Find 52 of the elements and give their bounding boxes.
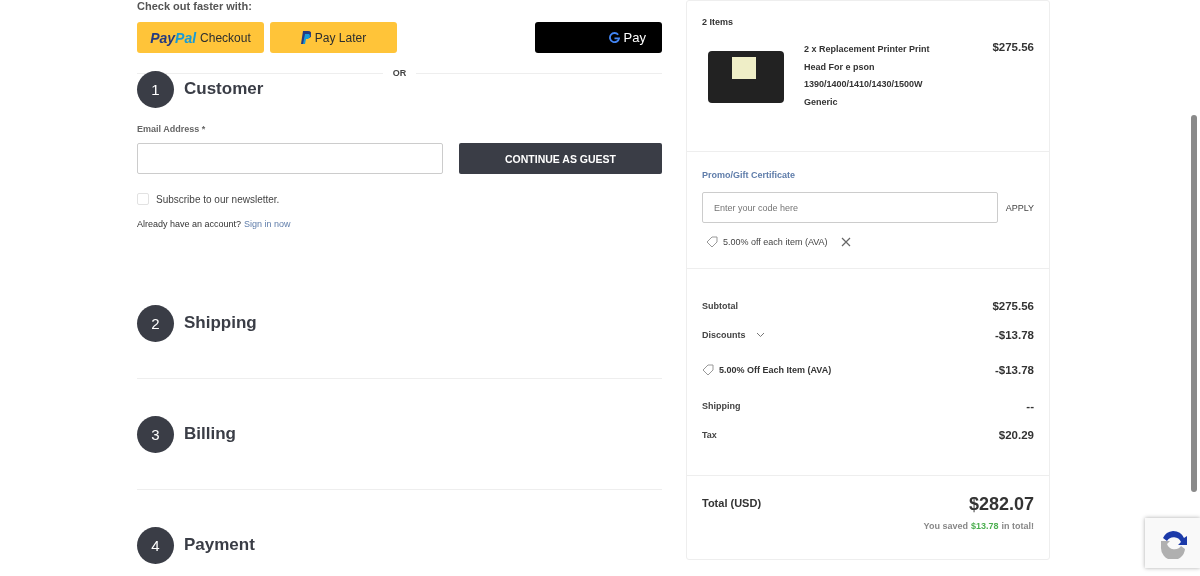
total-label: Discounts (702, 329, 746, 340)
items-count: 2 Items (702, 16, 735, 27)
recaptcha-badge[interactable] (1145, 518, 1200, 568)
tag-icon (706, 236, 718, 248)
grand-total-value: $282.07 (968, 494, 1034, 515)
pay-later-button[interactable]: Pay Later (270, 22, 397, 53)
discount-value: -$13.78 (995, 364, 1034, 376)
total-value: $275.56 (992, 299, 1034, 312)
step-title: Shipping (184, 313, 257, 333)
newsletter-label: Subscribe to our newsletter. (156, 193, 280, 205)
step-title: Customer (184, 79, 264, 99)
step-title: Billing (184, 424, 236, 444)
express-checkout-heading: Check out faster with: (137, 0, 253, 12)
discount-label: 5.00% Off Each Item (AVA) (719, 365, 832, 375)
step-title: Payment (184, 535, 255, 555)
discounts-toggle[interactable] (755, 331, 765, 338)
promo-code-field[interactable]: Enter your code here (702, 192, 998, 223)
tag-icon (702, 364, 714, 376)
total-value: $20.29 (998, 428, 1034, 441)
savings-text: in total! (1001, 521, 1034, 531)
product-name: 2 x Replacement Printer Print Head For e pson 1390/1400/1410/1430/1500W Generic (804, 43, 931, 109)
total-label: Shipping (702, 400, 741, 411)
google-pay-button[interactable]: Pay (535, 22, 662, 53)
grand-total-label: Total (USD) (702, 497, 762, 511)
account-prompt: Already have an account? (137, 219, 242, 229)
total-value: -- (1026, 399, 1034, 412)
continue-as-guest-button[interactable]: CONTINUE AS GUEST (459, 143, 662, 174)
step-number-badge: 2 (137, 304, 174, 342)
savings-text: You saved (923, 521, 968, 531)
step-number-badge: 4 (137, 526, 174, 564)
paypal-p-icon (300, 31, 311, 44)
sign-in-link[interactable]: Sign in now (244, 219, 291, 229)
apply-button[interactable]: APPLY (1005, 202, 1034, 213)
savings-amount: $13.78 (970, 521, 999, 531)
step-number-badge: 1 (137, 70, 174, 108)
chevron-down-icon (755, 331, 765, 338)
applied-coupon: 5.00% off each item (AVA) (723, 237, 828, 247)
promo-code-link[interactable]: Promo/Gift Certificate (702, 170, 795, 180)
total-label: Tax (702, 429, 717, 440)
product-price: $275.56 (992, 41, 1034, 55)
scroll-bar[interactable] (1191, 115, 1197, 492)
step-number-badge: 3 (137, 415, 174, 453)
google-g-icon (608, 32, 620, 43)
close-icon (840, 237, 851, 247)
remove-coupon-button[interactable] (840, 237, 851, 247)
email-label: Email Address * (137, 124, 207, 134)
or-separator: OR (392, 68, 407, 78)
email-field[interactable] (137, 143, 443, 174)
total-label: Subtotal (702, 300, 738, 311)
newsletter-checkbox[interactable] (137, 193, 149, 205)
paypal-checkout-button[interactable]: PayPal Checkout (137, 22, 264, 53)
total-value: -$13.78 (995, 328, 1034, 341)
